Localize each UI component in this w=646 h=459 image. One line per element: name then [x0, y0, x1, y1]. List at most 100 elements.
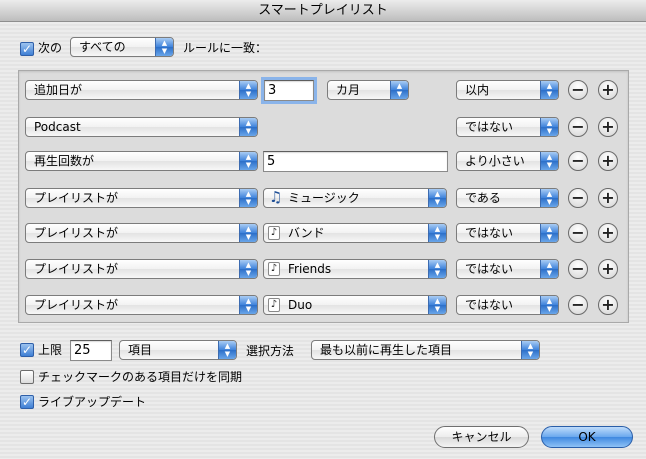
remove-rule-button[interactable]: −	[568, 188, 588, 208]
match-suffix-label: ルールに一致：	[183, 41, 268, 55]
ok-button[interactable]: OK	[541, 426, 633, 448]
remove-rule-button[interactable]: −	[568, 151, 588, 171]
add-rule-button[interactable]: +	[598, 80, 618, 100]
rule-field-popup[interactable]: プレイリストが ▲ ▼	[25, 188, 258, 208]
limit-unit-popup[interactable]: 項目 ▲ ▼	[119, 340, 237, 360]
add-rule-button[interactable]: +	[598, 117, 618, 137]
rule-field-popup[interactable]: 追加日が ▲ ▼	[25, 80, 258, 100]
rule-operator-value: ではない	[465, 298, 514, 312]
music-note-icon: ♫	[269, 188, 283, 206]
popup-arrows-icon: ▲ ▼	[155, 38, 173, 56]
limit-value-field[interactable]: 25	[70, 340, 112, 361]
rule-value-popup[interactable]: ♪ バンド ▲ ▼	[263, 223, 447, 243]
popup-arrows-icon: ▲ ▼	[239, 296, 257, 314]
add-rule-button[interactable]: +	[598, 259, 618, 279]
rule-field-value: 追加日が	[34, 83, 83, 97]
rule-unit-popup[interactable]: カ月 ▲ ▼	[327, 80, 409, 100]
rule-operator-value: より小さい	[465, 154, 525, 168]
add-rule-button[interactable]: +	[598, 188, 618, 208]
selection-method-label: 選択方法	[246, 344, 295, 358]
rule-field-popup[interactable]: Podcast ▲ ▼	[25, 117, 258, 137]
popup-arrows-icon: ▲ ▼	[239, 118, 257, 136]
popup-arrows-icon: ▲ ▼	[390, 81, 408, 99]
live-update-label: ライブアップデート	[38, 395, 147, 409]
popup-arrows-icon: ▲ ▼	[540, 118, 558, 136]
popup-arrows-icon: ▲ ▼	[540, 189, 558, 207]
rule-unit-value: カ月	[336, 83, 361, 97]
rule-value-text: ミュージック	[288, 191, 360, 205]
popup-arrows-icon: ▲ ▼	[540, 260, 558, 278]
popup-arrows-icon: ▲ ▼	[239, 224, 257, 242]
sync-checked-label: チェックマークのある項目だけを同期	[38, 370, 243, 384]
rule-operator-value: ではない	[465, 120, 514, 134]
match-mode-popup[interactable]: すべての ▲ ▼	[70, 37, 174, 57]
rule-value-popup[interactable]: ♫ ミュージック ▲ ▼	[263, 188, 447, 208]
match-checkbox[interactable]: ✓	[20, 42, 34, 56]
popup-arrows-icon: ▲ ▼	[428, 189, 446, 207]
rule-operator-popup[interactable]: である ▲ ▼	[456, 188, 559, 208]
rule-field-value: プレイリストが	[34, 191, 119, 205]
rule-operator-popup[interactable]: ではない ▲ ▼	[456, 223, 559, 243]
remove-rule-button[interactable]: −	[568, 223, 588, 243]
match-prefix-label: 次の	[38, 41, 63, 55]
popup-arrows-icon: ▲ ▼	[521, 341, 539, 359]
rule-value-text: Friends	[288, 262, 332, 276]
rule-operator-popup[interactable]: ではない ▲ ▼	[456, 117, 559, 137]
remove-rule-button[interactable]: −	[568, 80, 588, 100]
match-mode-value: すべての	[79, 40, 126, 54]
rules-list: 追加日が ▲ ▼ 3 カ月 ▲ ▼ 以内 ▲ ▼ − + Podcast ▲ ▼ ではな…	[18, 70, 629, 323]
popup-arrows-icon: ▲ ▼	[428, 260, 446, 278]
popup-arrows-icon: ▲ ▼	[428, 296, 446, 314]
rule-field-popup[interactable]: 再生回数が ▲ ▼	[25, 151, 258, 171]
limit-unit-value: 項目	[128, 343, 153, 357]
rule-value-field[interactable]: 3	[261, 77, 317, 104]
rule-operator-popup[interactable]: より小さい ▲ ▼	[456, 151, 559, 171]
add-rule-button[interactable]: +	[598, 151, 618, 171]
add-rule-button[interactable]: +	[598, 223, 618, 243]
rule-field-value: 再生回数が	[34, 154, 95, 168]
add-rule-button[interactable]: +	[598, 295, 618, 315]
rule-field-value: プレイリストが	[34, 262, 119, 276]
popup-arrows-icon: ▲ ▼	[540, 296, 558, 314]
playlist-icon: ♪	[268, 262, 280, 276]
rule-field-value: プレイリストが	[34, 226, 119, 240]
sync-checked-checkbox[interactable]	[20, 370, 34, 384]
rule-operator-value: ではない	[465, 226, 514, 240]
remove-rule-button[interactable]: −	[568, 117, 588, 137]
rule-operator-popup[interactable]: ではない ▲ ▼	[456, 259, 559, 279]
rule-operator-popup[interactable]: ではない ▲ ▼	[456, 295, 559, 315]
rule-field-popup[interactable]: プレイリストが ▲ ▼	[25, 259, 258, 279]
playlist-icon: ♪	[268, 298, 280, 312]
selection-method-popup[interactable]: 最も以前に再生した項目 ▲ ▼	[311, 340, 540, 360]
rule-operator-value: 以内	[465, 83, 490, 97]
smart-playlist-dialog: ✓ 次の すべての ▲ ▼ ルールに一致： 追加日が ▲ ▼ 3 カ月 ▲ ▼ 以内 …	[0, 22, 646, 459]
rule-value-popup[interactable]: ♪ Duo ▲ ▼	[263, 295, 447, 315]
popup-arrows-icon: ▲ ▼	[239, 260, 257, 278]
popup-arrows-icon: ▲ ▼	[239, 81, 257, 99]
remove-rule-button[interactable]: −	[568, 295, 588, 315]
popup-arrows-icon: ▲ ▼	[540, 152, 558, 170]
rule-operator-value: である	[465, 191, 501, 205]
popup-arrows-icon: ▲ ▼	[428, 224, 446, 242]
selection-method-value: 最も以前に再生した項目	[320, 343, 453, 357]
popup-arrows-icon: ▲ ▼	[239, 152, 257, 170]
popup-arrows-icon: ▲ ▼	[540, 224, 558, 242]
rule-field-value: プレイリストが	[34, 298, 119, 312]
rule-operator-popup[interactable]: 以内 ▲ ▼	[456, 80, 559, 100]
rule-field-value: Podcast	[34, 120, 81, 134]
rule-value-text: バンド	[288, 226, 325, 240]
rule-value-text: Duo	[288, 298, 313, 312]
popup-arrows-icon: ▲ ▼	[239, 189, 257, 207]
popup-arrows-icon: ▲ ▼	[218, 341, 236, 359]
rule-value-field[interactable]: 5	[263, 151, 448, 172]
rule-value-popup[interactable]: ♪ Friends ▲ ▼	[263, 259, 447, 279]
cancel-button[interactable]: キャンセル	[434, 426, 529, 448]
rule-field-popup[interactable]: プレイリストが ▲ ▼	[25, 223, 258, 243]
rule-field-popup[interactable]: プレイリストが ▲ ▼	[25, 295, 258, 315]
limit-checkbox[interactable]: ✓	[20, 343, 34, 357]
playlist-icon: ♪	[268, 226, 280, 240]
live-update-checkbox[interactable]: ✓	[20, 395, 34, 409]
remove-rule-button[interactable]: −	[568, 259, 588, 279]
limit-label: 上限	[38, 343, 63, 357]
window-title: スマートプレイリスト	[0, 0, 646, 22]
